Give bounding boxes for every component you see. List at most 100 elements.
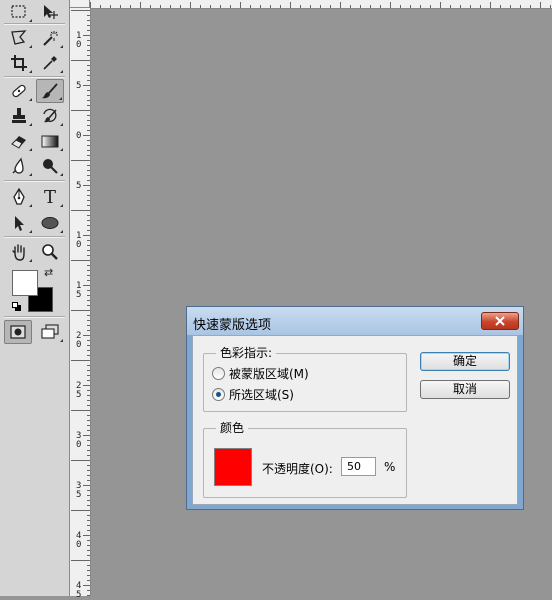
ruler-tick — [87, 490, 90, 491]
spot-healing-brush-tool[interactable] — [5, 79, 33, 103]
ruler-tick — [240, 2, 241, 8]
opacity-input[interactable]: 50 — [341, 457, 376, 476]
foreground-color-swatch[interactable] — [12, 270, 38, 296]
ruler-tick — [87, 315, 90, 316]
ruler-label: 1 0 — [76, 31, 82, 50]
type-icon: T — [43, 186, 56, 208]
ruler-tick — [370, 5, 371, 8]
quick-selection-tool[interactable] — [36, 26, 64, 50]
mask-color-swatch[interactable] — [214, 448, 252, 486]
ruler-tick — [160, 5, 161, 8]
move-icon — [44, 5, 58, 19]
ok-button[interactable]: 确定 — [420, 352, 510, 371]
eraser-tool[interactable] — [5, 129, 33, 153]
ruler-tick — [83, 285, 90, 286]
ruler-tick — [470, 5, 471, 8]
ruler-tick — [71, 560, 90, 561]
ruler-tick — [87, 425, 90, 426]
ruler-tick — [83, 535, 90, 536]
quick-mask-mode-button[interactable] — [4, 320, 32, 344]
history-brush-tool[interactable] — [36, 104, 64, 128]
ruler-tick — [87, 205, 90, 206]
eyedropper-tool[interactable] — [36, 51, 64, 75]
masked-areas-radio[interactable] — [212, 367, 225, 380]
type-tool[interactable]: T — [36, 185, 64, 209]
path-selection-tool[interactable] — [5, 211, 33, 235]
cancel-button[interactable]: 取消 — [420, 380, 510, 399]
ruler-tick — [87, 270, 90, 271]
ruler-tick — [87, 155, 90, 156]
ruler-tick — [180, 5, 181, 8]
ruler-tick — [87, 345, 90, 346]
dodge-tool[interactable] — [36, 154, 64, 178]
dialog-titlebar[interactable]: 快速蒙版选项 — [187, 307, 523, 335]
ruler-tick — [71, 310, 90, 311]
ruler-tick — [87, 570, 90, 571]
ruler-tick — [83, 35, 90, 36]
ruler-label: 2 5 — [76, 381, 82, 400]
horizontal-ruler — [90, 0, 552, 9]
ruler-tick — [71, 60, 90, 61]
ruler-tick — [500, 5, 501, 8]
close-button[interactable] — [481, 312, 519, 330]
rectangular-marquee-tool[interactable] — [5, 0, 33, 24]
ruler-tick — [450, 5, 451, 8]
ruler-tick — [87, 265, 90, 266]
ellipse-tool[interactable] — [36, 211, 64, 235]
ruler-tick — [87, 140, 90, 141]
ruler-tick — [87, 390, 90, 391]
ruler-tick — [87, 240, 90, 241]
ruler-tick — [380, 5, 381, 8]
ruler-label: 4 0 — [76, 531, 82, 550]
ruler-tick — [87, 130, 90, 131]
pen-tool[interactable] — [5, 185, 33, 209]
selected-areas-option[interactable]: 所选区域(S) — [212, 386, 294, 403]
move-tool[interactable] — [36, 0, 64, 24]
ruler-tick — [290, 2, 291, 8]
ruler-tick — [87, 55, 90, 56]
opacity-label: 不透明度(O): — [262, 462, 333, 476]
ruler-tick — [83, 485, 90, 486]
ruler-tick — [87, 575, 90, 576]
blur-tool[interactable] — [5, 154, 33, 178]
ruler-tick — [87, 195, 90, 196]
ruler-tick — [83, 135, 90, 136]
zoom-tool[interactable] — [36, 240, 64, 264]
ruler-tick — [100, 5, 101, 8]
ruler-tick — [420, 5, 421, 8]
ruler-tick — [87, 145, 90, 146]
ruler-tick — [87, 100, 90, 101]
magic-wand-icon — [43, 31, 58, 46]
history-brush-icon — [43, 108, 57, 123]
ruler-tick — [87, 95, 90, 96]
clone-stamp-tool[interactable] — [5, 104, 33, 128]
ruler-tick — [390, 2, 391, 8]
ruler-label: 4 5 — [76, 581, 82, 600]
ruler-tick — [87, 50, 90, 51]
gradient-tool[interactable] — [36, 129, 64, 153]
ruler-tick — [87, 500, 90, 501]
ruler-tick — [87, 75, 90, 76]
lasso-tool[interactable] — [5, 26, 33, 50]
ruler-tick — [83, 585, 90, 586]
ruler-tick — [87, 70, 90, 71]
ruler-tick — [87, 300, 90, 301]
ruler-tick — [87, 590, 90, 591]
screen-mode-button[interactable] — [36, 320, 64, 344]
ruler-tick — [87, 255, 90, 256]
ruler-tick — [87, 540, 90, 541]
hand-tool[interactable] — [5, 240, 33, 264]
ruler-tick — [71, 410, 90, 411]
ruler-tick — [71, 210, 90, 211]
default-colors-icon[interactable] — [12, 302, 22, 312]
ruler-tick — [87, 120, 90, 121]
switch-colors-icon[interactable]: ⇄ — [44, 267, 56, 279]
masked-areas-option[interactable]: 被蒙版区域(M) — [212, 365, 309, 382]
ruler-tick — [440, 2, 441, 8]
ruler-tick — [87, 90, 90, 91]
dialog-title: 快速蒙版选项 — [193, 318, 272, 333]
brush-tool[interactable] — [36, 79, 64, 103]
selected-areas-radio[interactable] — [212, 388, 225, 401]
crop-tool[interactable] — [5, 51, 33, 75]
ruler-tick — [460, 5, 461, 8]
